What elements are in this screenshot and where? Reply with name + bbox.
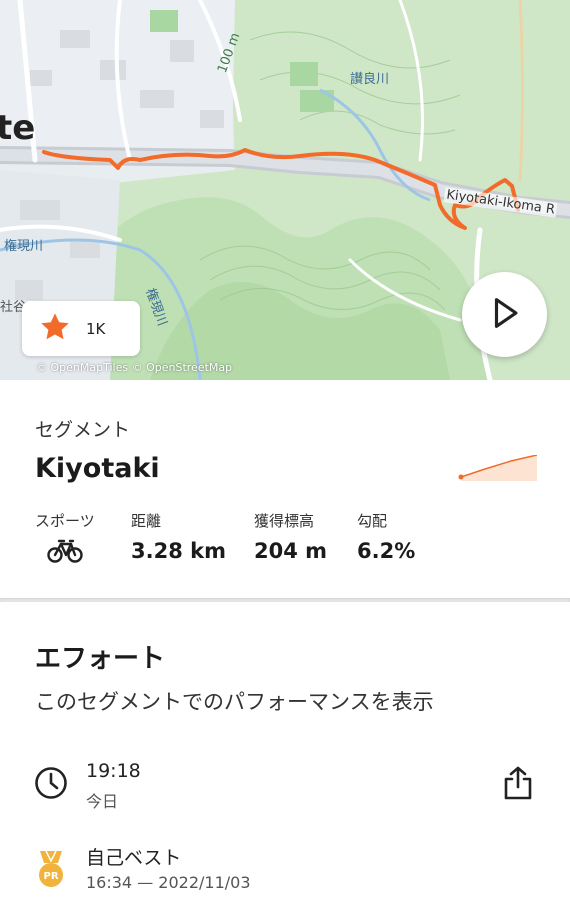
map-attribution: © OpenMapTiles © OpenStreetMap [36,361,233,374]
stat-elevation-label: 獲得標高 [254,512,315,530]
pr-detail: 16:34 — 2022/11/03 [86,873,251,892]
star-icon [38,311,72,347]
effort-row-latest[interactable]: 19:18 今日 [0,760,570,816]
share-button[interactable] [502,765,534,805]
effort-row-pr[interactable]: PR 自己ベスト 16:34 — 2022/11/03 [0,843,570,899]
stat-sport: スポーツ [35,510,95,567]
play-icon [490,296,520,334]
bicycle-icon [47,539,95,567]
map-place-label: te [0,108,36,148]
clock-icon [34,766,68,804]
efforts-subtitle: このセグメントでのパフォーマンスを表示 [35,690,434,714]
efforts-title: エフォート [35,644,166,674]
stat-sport-label: スポーツ [35,512,95,530]
segment-map[interactable]: te 権現川 権現川 讃良川 100 m 社谷 Kiyotaki-Ikoma R… [0,0,570,380]
stat-distance-label: 距離 [131,512,162,530]
segment-eyebrow: セグメント [35,419,131,441]
share-icon [502,766,534,805]
stat-grade-value: 6.2% [357,539,416,563]
star-count: 1K [86,319,106,338]
segment-summary-card: セグメント Kiyotaki スポーツ 距離 3.28 km 獲得標高 204 … [0,380,570,600]
section-divider [0,598,570,602]
stat-grade: 勾配 6.2% [357,510,415,563]
stat-distance-value: 3.28 km [131,539,226,563]
star-segment-button[interactable]: 1K [22,301,140,356]
pr-medal-icon: PR [34,849,68,893]
latest-effort-date: 今日 [86,792,119,811]
pr-label: 自己ベスト [86,847,182,869]
stat-distance: 距離 3.28 km [131,510,226,563]
stat-elevation: 獲得標高 204 m [254,510,327,563]
stat-elevation-value: 204 m [254,539,328,563]
play-flyover-button[interactable] [462,272,547,357]
map-river-label-sanuki: 讃良川 [350,72,390,87]
svg-text:PR: PR [43,871,58,882]
elevation-profile-thumbnail [455,454,538,485]
map-river-label-gongen: 権現川 [4,239,44,254]
segment-name: Kiyotaki [35,453,160,484]
latest-effort-time: 19:18 [86,760,141,782]
stat-grade-label: 勾配 [357,512,388,530]
